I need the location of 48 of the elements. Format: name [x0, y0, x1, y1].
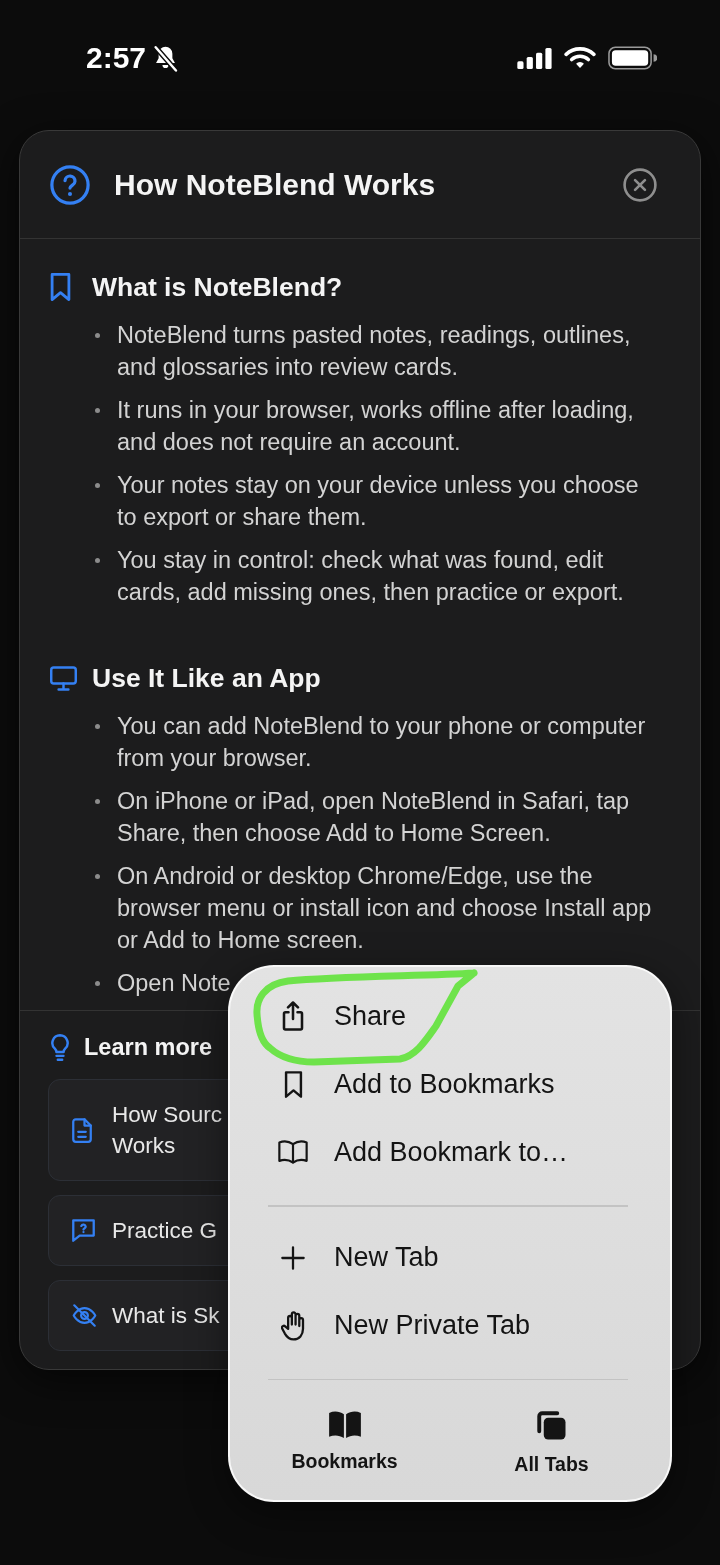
dialog-title: How NoteBlend Works [114, 166, 436, 203]
bullet-icon [95, 724, 100, 729]
bullet-text: Open Note [117, 969, 231, 998]
menu-item[interactable]: Add Bookmark to… [230, 1118, 670, 1186]
bullet-icon [95, 333, 100, 338]
menu-item[interactable]: New Private Tab [230, 1291, 670, 1360]
stacked-squares-icon [536, 1411, 567, 1441]
battery-icon [608, 46, 657, 70]
bullet-text: You can add NoteBlend to your phone or computer from your browser. [117, 712, 647, 773]
bullet-text: On Android or desktop Chrome/Edge, use the browser menu or install icon and choose Install app or Add to Home screen. [117, 862, 653, 955]
status-time: 2:57 [86, 40, 147, 76]
bullet-text: Your notes stay on your device unless you choose to export or share them. [117, 471, 640, 532]
bullet-icon [95, 981, 100, 986]
help-circle-icon [50, 164, 90, 205]
close-icon [623, 167, 657, 202]
bullet-text: NoteBlend turns pasted notes, readings, outlines, and glossaries into review cards. [117, 321, 632, 382]
bookmark-icon [283, 1070, 303, 1098]
monitor-icon [50, 665, 77, 691]
lightbulb-icon [51, 1033, 69, 1061]
bullet-text: It runs in your browser, works offline after loading, and does not require an account. [117, 396, 635, 457]
bullet-icon [95, 408, 100, 413]
toolbar-button[interactable]: Bookmarks [291, 1411, 398, 1475]
bullet-text: You stay in control: check what was found, edit cards, add missing ones, then practice or export. [117, 546, 625, 607]
hand-icon [280, 1310, 306, 1341]
close-button[interactable] [623, 167, 657, 202]
menu-item[interactable]: Add to Bookmarks [230, 1050, 670, 1118]
open-book-icon [278, 1140, 308, 1164]
section-heading: Learn more [84, 1033, 212, 1062]
wifi-icon [564, 47, 596, 69]
section-heading: What is NoteBlend? [92, 271, 343, 304]
toolbar-button[interactable]: All Tabs [514, 1411, 589, 1475]
bell-slash-icon [153, 44, 179, 72]
menu-item[interactable]: Share [230, 982, 670, 1050]
share-icon [282, 1001, 304, 1031]
plus-icon [281, 1245, 305, 1270]
bullet-text: On iPhone or iPad, open NoteBlend in Safari, tap Share, then choose Add to Home Screen. [117, 787, 631, 848]
bullet-icon [95, 874, 100, 879]
question-bubble-icon [72, 1219, 95, 1242]
bullet-icon [95, 799, 100, 804]
bookmark-icon [50, 273, 71, 301]
bullet-icon [95, 483, 100, 488]
bullet-icon [95, 558, 100, 563]
section-heading: Use It Like an App [92, 662, 321, 695]
eye-slash-icon [72, 1304, 97, 1327]
menu-item[interactable]: New Tab [230, 1223, 670, 1292]
signal-bars-icon [517, 47, 552, 69]
book-icon [328, 1411, 361, 1438]
document-icon [72, 1117, 92, 1143]
